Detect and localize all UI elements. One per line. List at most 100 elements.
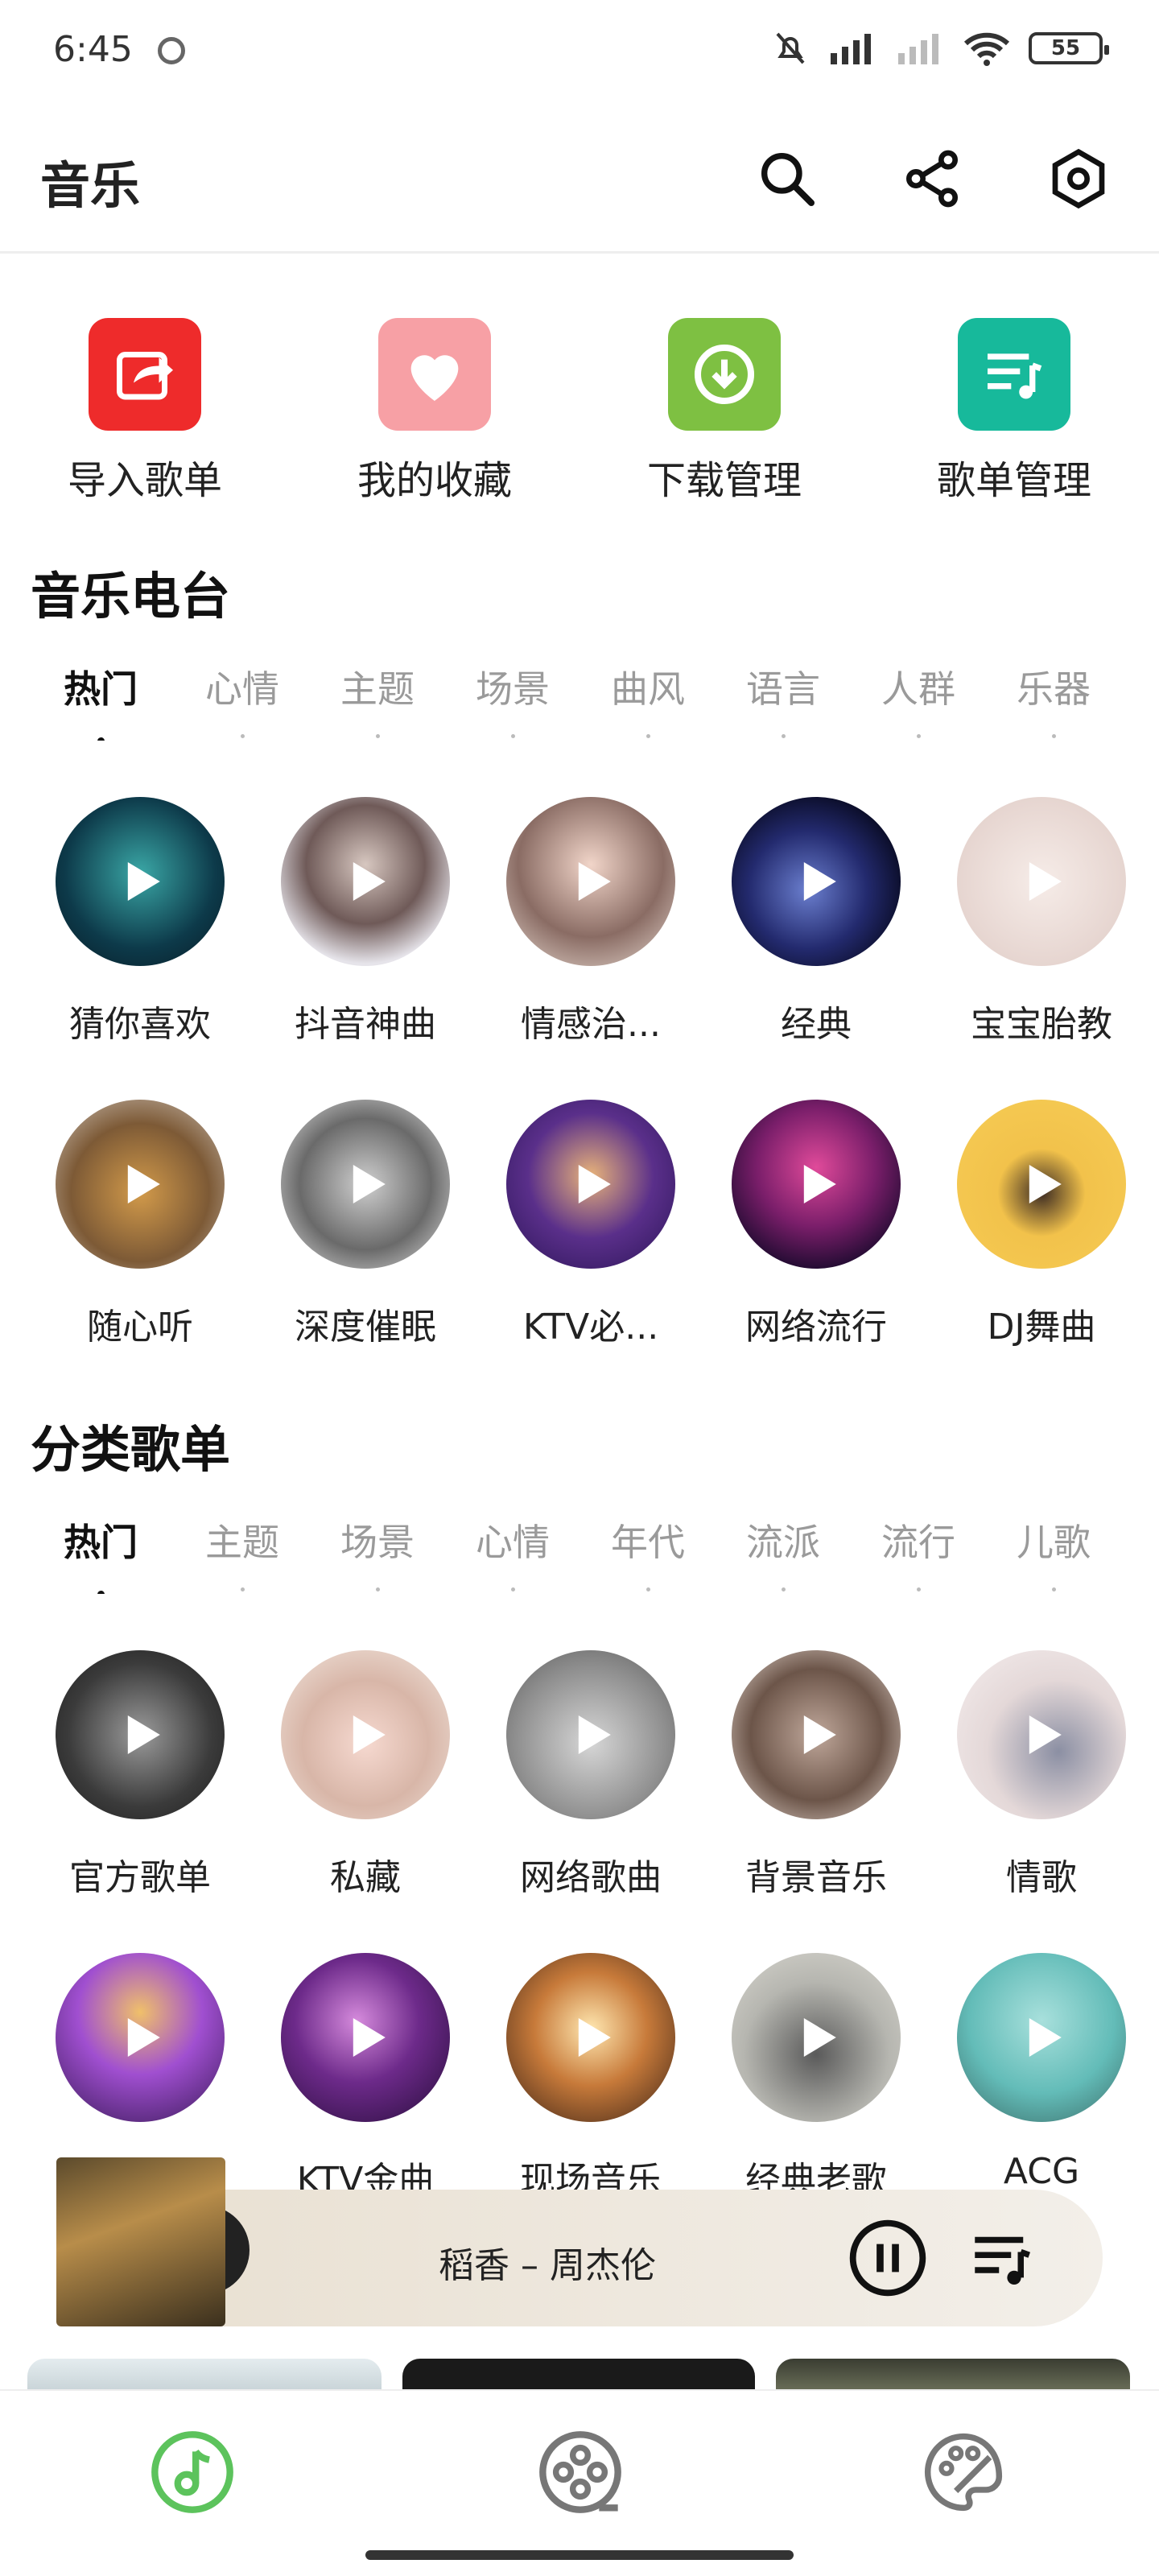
playlist-card[interactable]: 经典老歌: [711, 1953, 921, 2202]
radio-tab[interactable]: 心情: [190, 660, 295, 738]
home-indicator[interactable]: [365, 2550, 794, 2560]
thumbnail[interactable]: [402, 2359, 755, 2391]
tab-label: 人群: [881, 667, 955, 711]
playlist-label: ACG: [1003, 2151, 1080, 2192]
play-icon: [127, 1165, 160, 1203]
status-icons: 55: [771, 29, 1109, 68]
nav-theme-tab[interactable]: [911, 2420, 1016, 2524]
radio-tab[interactable]: 场景: [460, 660, 565, 738]
cover-image: [957, 797, 1126, 966]
playlist-card[interactable]: 网络歌曲: [486, 1650, 695, 1900]
download-manager-button[interactable]: 下载管理: [612, 318, 837, 505]
category-tab[interactable]: 流派: [731, 1513, 835, 1591]
play-icon: [353, 862, 386, 901]
play-icon: [127, 2018, 160, 2057]
nav-video-tab[interactable]: [528, 2420, 633, 2524]
playlist-card[interactable]: 背景音乐: [711, 1650, 921, 1900]
category-tab[interactable]: 心情: [460, 1513, 565, 1591]
category-tab[interactable]: 儿歌: [1001, 1513, 1106, 1591]
radio-station[interactable]: 抖音神曲: [261, 797, 470, 1046]
radio-station[interactable]: 经典: [711, 797, 921, 1046]
radio-station[interactable]: 深度催眠: [261, 1100, 470, 1349]
tab-label: 主题: [205, 1521, 279, 1564]
import-playlist-button[interactable]: 导入歌单: [32, 318, 258, 505]
status-bar: 6:45 55: [0, 0, 1159, 105]
category-tab[interactable]: 流行: [866, 1513, 971, 1591]
playlist-card[interactable]: ACG: [937, 1953, 1146, 2192]
playlist-icon: [975, 2236, 1031, 2285]
category-tab[interactable]: 年代: [596, 1513, 700, 1591]
search-icon: [761, 153, 815, 206]
search-button[interactable]: [747, 138, 827, 219]
palette-icon: [924, 2433, 1003, 2512]
thumbnail[interactable]: [27, 2359, 382, 2391]
category-tab[interactable]: 主题: [190, 1513, 295, 1591]
play-icon: [578, 2018, 611, 2057]
settings-button[interactable]: [1038, 138, 1119, 219]
shortcut-row: 导入歌单 我的收藏 下载管理 歌单管理: [0, 318, 1159, 511]
playlist-label: 官方歌单: [69, 1857, 211, 1898]
category-section-title: 分类歌单: [31, 1420, 231, 1479]
radio-station[interactable]: 猜你喜欢: [35, 797, 245, 1046]
share-button[interactable]: [892, 138, 972, 219]
radio-tab[interactable]: 主题: [325, 660, 430, 738]
cover-image: [281, 1100, 450, 1269]
playlist-card[interactable]: 官方歌单: [35, 1650, 245, 1900]
radio-station[interactable]: 网络流行: [711, 1100, 921, 1349]
cover-image: [957, 1650, 1126, 1819]
shortcut-label: 歌单管理: [936, 458, 1091, 503]
radio-station[interactable]: 宝宝胎教: [937, 797, 1146, 1046]
station-label: 经典: [781, 1004, 852, 1045]
radio-tab[interactable]: 人群: [866, 660, 971, 738]
music-note-icon: [151, 2431, 233, 2513]
signal-2-icon: [898, 34, 938, 64]
playlist-card[interactable]: 现场音乐: [486, 1953, 695, 2202]
shortcut-label: 我的收藏: [357, 458, 512, 503]
shortcut-label: 下载管理: [646, 458, 802, 503]
pause-button[interactable]: [843, 2214, 932, 2302]
settings-icon: [1052, 148, 1105, 209]
station-label: 情感治...: [521, 1004, 661, 1045]
playlist-card[interactable]: [35, 1953, 245, 2151]
station-label: 宝宝胎教: [971, 1004, 1112, 1045]
thumbnail[interactable]: [776, 2359, 1130, 2391]
radio-tab[interactable]: 热门: [48, 660, 153, 741]
tab-label: 儿歌: [1017, 1521, 1091, 1564]
radio-tab[interactable]: 乐器: [1001, 660, 1106, 738]
radio-station[interactable]: 情感治...: [486, 797, 695, 1046]
radio-tab[interactable]: 曲风: [596, 660, 700, 738]
playlist-card[interactable]: 私藏: [261, 1650, 470, 1900]
tab-label: 热门: [64, 1521, 138, 1564]
playlist-card[interactable]: 情歌: [937, 1650, 1146, 1900]
radio-station[interactable]: 随心听: [35, 1100, 245, 1349]
import-playlist-icon: [89, 318, 201, 431]
cover-image: [506, 1100, 675, 1269]
radio-tab[interactable]: 语言: [731, 660, 835, 738]
page-title: 音乐: [40, 156, 141, 215]
station-label: 抖音神曲: [295, 1004, 436, 1045]
cover-image: [732, 1650, 901, 1819]
next-section-thumbnails: [0, 2359, 1159, 2391]
play-icon: [1029, 1165, 1062, 1203]
radio-station[interactable]: KTV必...: [486, 1100, 695, 1349]
heart-icon: [378, 318, 491, 431]
play-icon: [353, 1715, 386, 1754]
category-tab[interactable]: 热门: [48, 1513, 153, 1594]
nav-music-tab[interactable]: [140, 2420, 245, 2524]
cover-image: [506, 1650, 675, 1819]
queue-button[interactable]: [958, 2214, 1046, 2302]
playlist-card[interactable]: KTV金曲: [261, 1953, 470, 2202]
tab-label: 主题: [340, 667, 415, 711]
favorites-button[interactable]: 我的收藏: [322, 318, 547, 505]
cover-image: [56, 797, 225, 966]
cover-image: [56, 1100, 225, 1269]
station-label: 随心听: [87, 1307, 193, 1348]
playlist-manager-button[interactable]: 歌单管理: [901, 318, 1127, 505]
radio-tabs: 热门 心情 主题 场景 曲风 语言 人群 乐器: [0, 660, 1159, 741]
station-label: KTV必...: [522, 1307, 659, 1348]
playlist-label: 情歌: [1006, 1857, 1077, 1898]
category-tab[interactable]: 场景: [325, 1513, 430, 1591]
tab-label: 年代: [611, 1521, 685, 1564]
play-icon: [803, 1165, 836, 1203]
radio-station[interactable]: DJ舞曲: [937, 1100, 1146, 1349]
